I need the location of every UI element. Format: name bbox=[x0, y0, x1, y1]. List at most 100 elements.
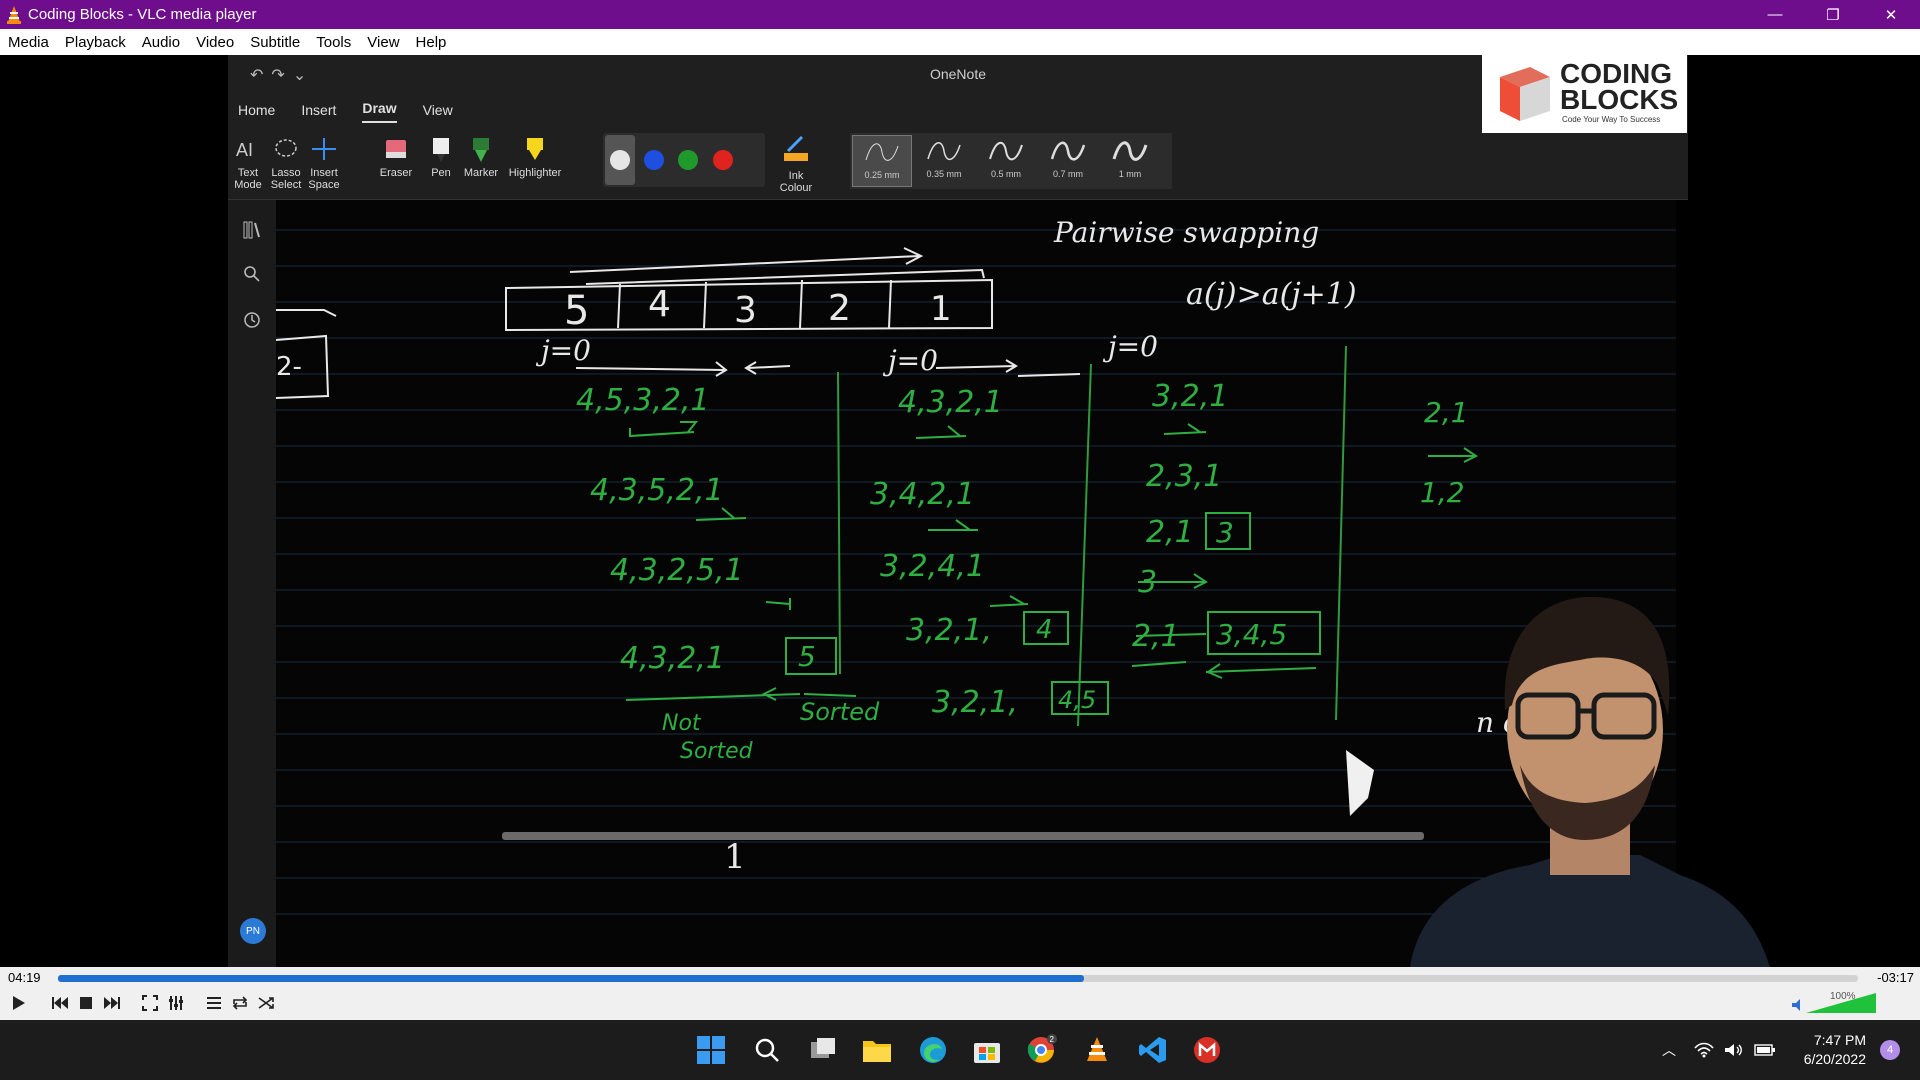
digit-one: 1 bbox=[724, 837, 746, 877]
presenter-webcam bbox=[1410, 596, 1770, 967]
vlc-button[interactable] bbox=[1080, 1033, 1114, 1067]
pass3-label: j=0 bbox=[1102, 330, 1158, 363]
wifi-icon[interactable] bbox=[1694, 1042, 1714, 1058]
pass1-step-0: 4,5,3,2,1 bbox=[576, 383, 710, 418]
vlc-title-bar: Coding Blocks - VLC media player — ❐ ✕ bbox=[0, 0, 1920, 29]
pass1-step-2: 4,3,2,5,1 bbox=[610, 553, 744, 588]
task-view-button[interactable] bbox=[806, 1033, 840, 1067]
next-button[interactable] bbox=[100, 991, 124, 1015]
thickness-options: 0.25 mm 0.35 mm 0.5 mm 0.7 mm 1 mm bbox=[850, 133, 1172, 189]
vscode-icon bbox=[1139, 1037, 1166, 1063]
pass3-boxed-small: 3 bbox=[1216, 516, 1234, 549]
seek-bar-fill bbox=[58, 975, 1084, 982]
insert-space-label-1: Insert bbox=[310, 167, 338, 179]
video-area[interactable]: ↶↷⌄ OneNote Home Insert Draw View AI Tex… bbox=[0, 55, 1920, 967]
play-icon bbox=[13, 996, 25, 1010]
pass2-result: 3,2,1, bbox=[932, 685, 1018, 720]
search-taskbar-button[interactable] bbox=[750, 1033, 784, 1067]
onenote-title-bar: ↶↷⌄ OneNote bbox=[228, 55, 1688, 95]
canvas-scrollbar bbox=[502, 832, 1424, 840]
shuffle-button[interactable] bbox=[254, 991, 278, 1015]
gmail-button[interactable] bbox=[1190, 1033, 1224, 1067]
thickness-1: 1 mm bbox=[1100, 135, 1160, 187]
playlist-button[interactable] bbox=[202, 991, 226, 1015]
insert-space-icon bbox=[304, 135, 344, 163]
battery-icon[interactable] bbox=[1754, 1042, 1776, 1058]
text-mode-tool: AI Text Mode bbox=[228, 135, 268, 191]
menu-audio[interactable]: Audio bbox=[134, 34, 188, 51]
previous-button[interactable] bbox=[48, 991, 72, 1015]
chrome-button[interactable]: 2 bbox=[1025, 1033, 1059, 1067]
pass2-result-boxed: 4,5 bbox=[1058, 686, 1096, 714]
search-icon bbox=[755, 1038, 779, 1062]
play-button[interactable] bbox=[6, 991, 30, 1015]
chrome-badge: 2 bbox=[1050, 1035, 1055, 1044]
pen-label: Pen bbox=[431, 167, 451, 179]
partial-box-text: 2- bbox=[276, 352, 302, 382]
pass3-boxed: 3,4,5 bbox=[1216, 618, 1287, 651]
pass2-step-0: 4,3,2,1 bbox=[898, 385, 1003, 420]
minimize-button[interactable]: — bbox=[1746, 0, 1804, 29]
chevron-up-icon[interactable]: ︿ bbox=[1662, 1040, 1676, 1060]
menu-subtitle[interactable]: Subtitle bbox=[242, 34, 308, 51]
speaker-icon[interactable] bbox=[1724, 1042, 1744, 1058]
pass3-step-1: 2,3,1 bbox=[1146, 459, 1222, 494]
svg-text:AI: AI bbox=[236, 140, 253, 160]
vscode-button[interactable] bbox=[1136, 1033, 1170, 1067]
marker-icon bbox=[461, 135, 501, 163]
recent-clock-icon bbox=[244, 312, 260, 328]
stop-button[interactable] bbox=[74, 991, 98, 1015]
onenote-tabs: Home Insert Draw View bbox=[228, 95, 1688, 123]
menu-playback[interactable]: Playback bbox=[57, 34, 134, 51]
highlighter-tool: Highlighter bbox=[506, 135, 564, 179]
extended-settings-button[interactable] bbox=[164, 991, 188, 1015]
swatch-green bbox=[678, 150, 698, 170]
onenote-nav-bar: PN bbox=[228, 200, 276, 967]
stop-icon bbox=[80, 997, 92, 1009]
eraser-tool: Eraser bbox=[376, 135, 416, 179]
pass2-step-3: 3,2,1, bbox=[906, 613, 992, 648]
menu-view[interactable]: View bbox=[359, 34, 407, 51]
menu-help[interactable]: Help bbox=[408, 34, 455, 51]
onenote-app-title: OneNote bbox=[929, 66, 987, 82]
menu-bar: Media Playback Audio Video Subtitle Tool… bbox=[0, 29, 1920, 55]
array-cell-1: 4 bbox=[648, 284, 671, 325]
store-icon bbox=[974, 1043, 1000, 1063]
menu-media[interactable]: Media bbox=[0, 34, 57, 51]
tab-home: Home bbox=[238, 102, 276, 118]
file-explorer-button[interactable] bbox=[860, 1033, 894, 1067]
fullscreen-icon bbox=[142, 995, 158, 1011]
store-button[interactable] bbox=[970, 1033, 1004, 1067]
pass2-boxed: 4 bbox=[1036, 615, 1053, 645]
seek-bar[interactable] bbox=[58, 975, 1858, 982]
not-label: Not bbox=[662, 711, 702, 736]
taskbar-clock[interactable]: 7:47 PM 6/20/2022 bbox=[1804, 1031, 1866, 1069]
swatch-white bbox=[610, 150, 630, 170]
swatch-blue bbox=[644, 150, 664, 170]
text-mode-icon: AI bbox=[228, 135, 268, 163]
menu-video[interactable]: Video bbox=[188, 34, 242, 51]
thickness-0-25: 0.25 mm bbox=[852, 135, 912, 187]
restore-button[interactable]: ❐ bbox=[1804, 0, 1862, 29]
menu-tools[interactable]: Tools bbox=[308, 34, 359, 51]
avatar: PN bbox=[240, 918, 266, 944]
notebooks-icon bbox=[243, 221, 260, 239]
notification-badge[interactable]: 4 bbox=[1880, 1040, 1900, 1060]
loop-button[interactable] bbox=[228, 991, 252, 1015]
close-button[interactable]: ✕ bbox=[1862, 0, 1920, 29]
pass4-step-0: 2,1 bbox=[1424, 396, 1469, 429]
start-button[interactable] bbox=[694, 1033, 728, 1067]
pass1-label: j=0 bbox=[535, 334, 591, 367]
pen-icon bbox=[421, 135, 461, 163]
task-view-icon bbox=[811, 1038, 835, 1058]
volume-control[interactable]: 100% bbox=[1790, 989, 1880, 1015]
gmail-icon bbox=[1194, 1037, 1220, 1063]
edge-button[interactable] bbox=[916, 1033, 950, 1067]
clock-date: 6/20/2022 bbox=[1803, 1051, 1866, 1067]
pass2-step-1: 3,4,2,1 bbox=[870, 477, 975, 512]
fullscreen-button[interactable] bbox=[138, 991, 162, 1015]
marker-label: Marker bbox=[463, 167, 499, 179]
window-title: Coding Blocks - VLC media player bbox=[28, 6, 257, 23]
ink-colour-label-1: Ink bbox=[788, 170, 804, 182]
windows-logo-icon bbox=[697, 1036, 725, 1064]
